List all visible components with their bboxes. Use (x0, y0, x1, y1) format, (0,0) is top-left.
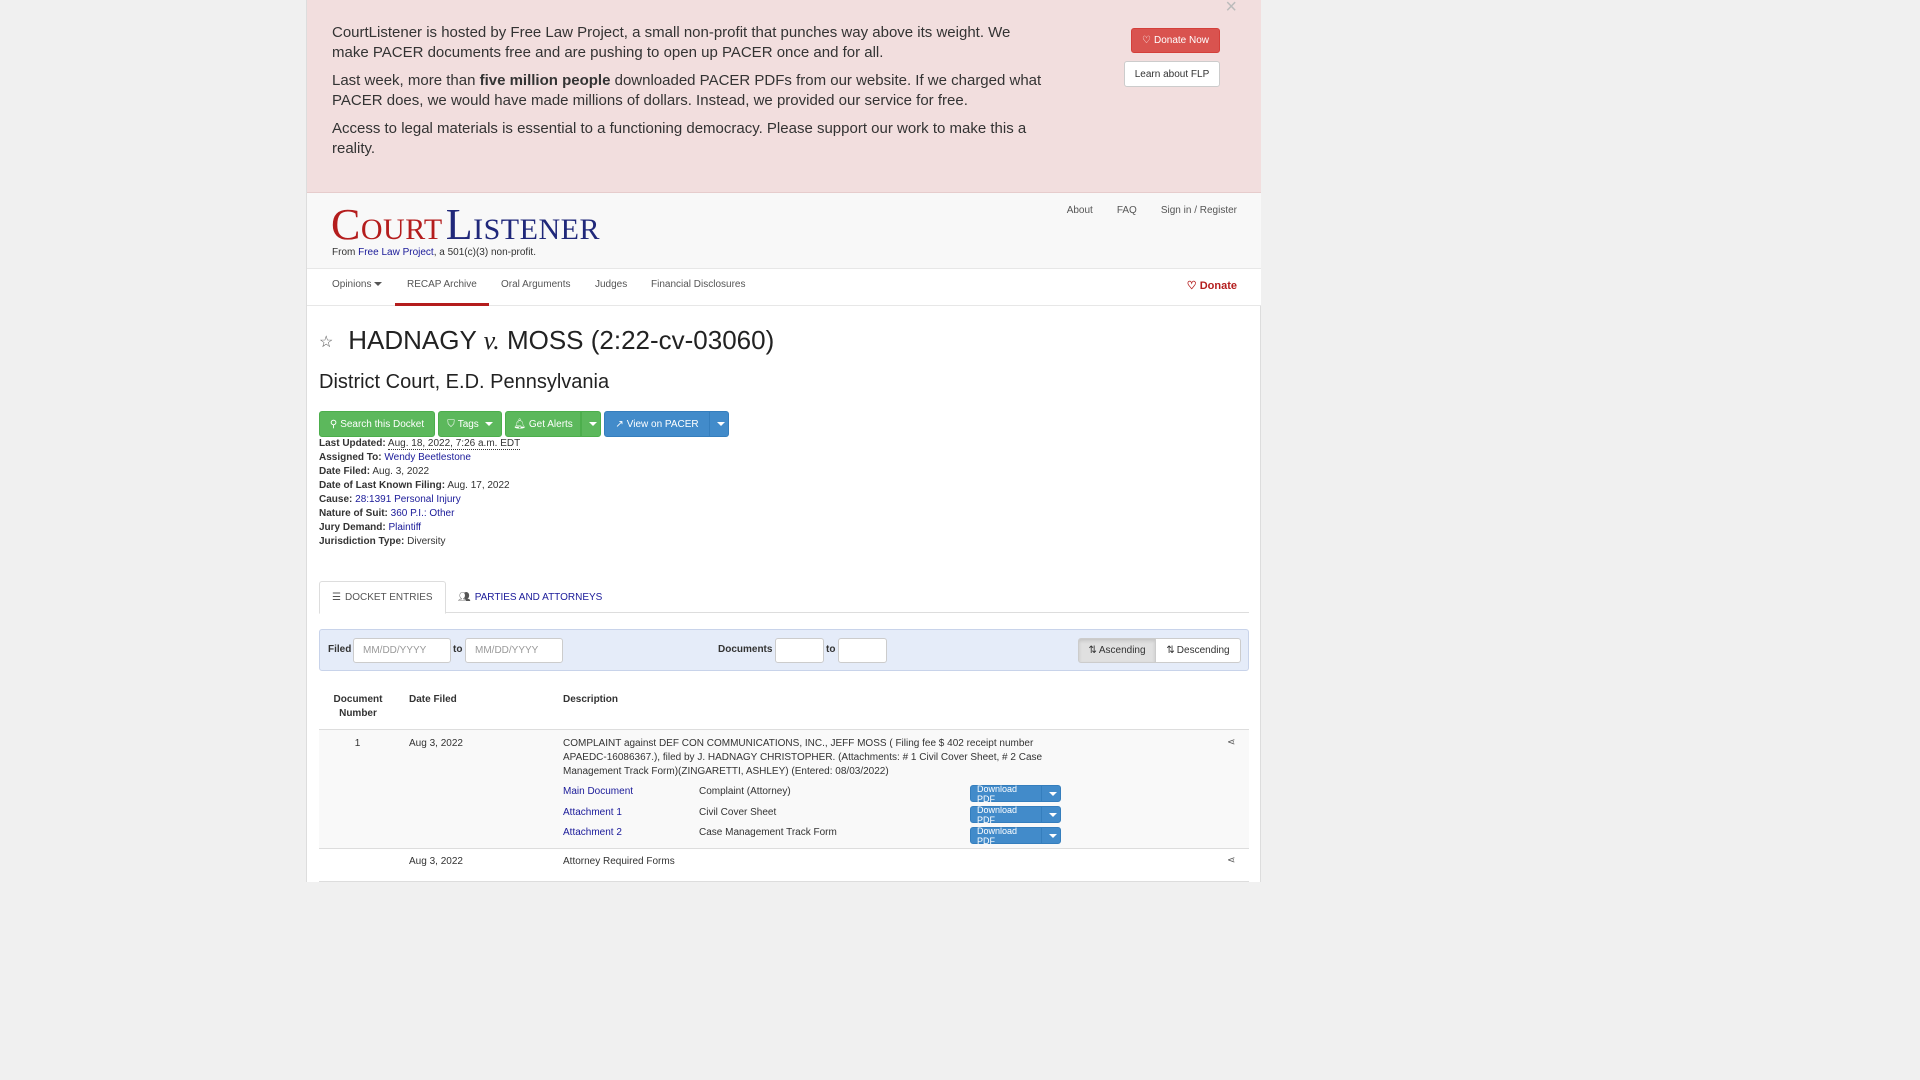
entry-date: Aug 3, 2022 (409, 856, 463, 867)
attachment-1-link[interactable]: Attachment 1 (563, 806, 622, 820)
tags-button[interactable]: ⛉ Tags (438, 411, 502, 437)
nav-donate-link[interactable]: ♡ Donate (1187, 279, 1237, 292)
top-nav: About FAQ Sign in / Register (1067, 205, 1237, 216)
tab-docket-entries[interactable]: ☰ DOCKET ENTRIES (319, 581, 446, 614)
donate-now-label: Donate Now (1153, 35, 1209, 46)
caret-down-icon (484, 422, 493, 426)
attachment-description: Case Management Track Form (699, 827, 837, 838)
docket-filter-bar: Filed to Documents to ⇅Ascending ⇅Descen… (319, 629, 1249, 671)
list-icon: ☰ (332, 592, 341, 603)
caret-down-icon (588, 422, 597, 426)
about-link[interactable]: About (1067, 205, 1093, 216)
caret-down-icon (716, 422, 725, 426)
heart-icon: ♡ (1186, 280, 1197, 292)
attachment-description: Complaint (Attorney) (699, 786, 791, 797)
banner-highlight: five million people (479, 72, 611, 89)
caret-down-icon (1048, 812, 1057, 817)
sort-ascending-button[interactable]: ⇅ Ascending (1078, 638, 1156, 663)
heart-icon: ♡ (1142, 35, 1151, 46)
attachment-description: Civil Cover Sheet (699, 807, 777, 818)
faq-link[interactable]: FAQ (1117, 205, 1137, 216)
view-on-pacer-button[interactable]: ↗ View on PACER (604, 411, 710, 437)
page: CourtListener is hosted by Free Law Proj… (306, 0, 1261, 882)
meta-cause: Cause: 28:1391 Personal Injury (319, 494, 461, 505)
courtlistener-logo[interactable]: COURT LISTENER (331, 199, 600, 250)
alerts-dropdown-toggle[interactable] (581, 411, 601, 437)
cause-link[interactable]: 28:1391 Personal Injury (355, 494, 461, 505)
meta-jurisdiction: Jurisdiction Type: Diversity (319, 536, 446, 547)
donation-banner: CourtListener is hosted by Free Law Proj… (307, 0, 1261, 193)
filed-label: Filed (328, 644, 352, 655)
header-description: Description (563, 694, 619, 705)
nav-judges[interactable]: Judges (595, 269, 627, 306)
search-icon: ⚲ (329, 418, 338, 430)
header-document-number: Document Number (333, 694, 383, 719)
caret-down-icon (1048, 833, 1057, 838)
download-pdf-button[interactable]: Download PDF (970, 784, 1061, 804)
banner-paragraph-3: Access to legal materials is essential t… (332, 120, 1027, 157)
meta-date-filed: Date Filed: Aug. 3, 2022 (319, 466, 430, 477)
from-flp-text: From Free Law Project, a 501(c)(3) non-p… (332, 247, 536, 258)
entry-description: COMPLAINT against DEF CON COMMUNICATIONS… (563, 738, 1043, 777)
sort-ascending-icon: ⇅ (1088, 645, 1097, 656)
docket-tabs: ☰ DOCKET ENTRIES 👥︎ PARTIES AND ATTORNEYS (319, 581, 1249, 614)
free-law-project-link[interactable]: Free Law Project (358, 247, 434, 258)
star-icon[interactable]: ☆ (319, 332, 341, 352)
meta-jury-demand: Jury Demand: Plaintiff (319, 522, 422, 533)
learn-about-flp-button[interactable]: Learn about FLP (1124, 61, 1220, 87)
documents-from-input[interactable] (775, 638, 824, 663)
docket-entry-row: Aug 3, 2022 Attorney Required Forms ⋖ (319, 849, 1249, 882)
attachment-2-link[interactable]: Attachment 2 (563, 826, 622, 840)
filed-to-input[interactable] (465, 638, 563, 663)
banner-paragraph-1: CourtListener is hosted by Free Law Proj… (332, 24, 1011, 61)
entry-date: Aug 3, 2022 (409, 738, 463, 749)
entry-number: 1 (354, 738, 361, 749)
nature-of-suit-link[interactable]: 360 P.I.: Other (391, 508, 455, 519)
docket-metadata: Last Updated: Aug. 18, 2022, 7:26 a.m. E… (319, 437, 521, 549)
tag-icon: ⛉ (447, 418, 455, 430)
meta-assigned-to: Assigned To: Wendy Beetlestone (319, 452, 471, 463)
sort-descending-icon: ⇅ (1166, 645, 1175, 656)
site-header: COURT LISTENER From Free Law Project, a … (307, 193, 1261, 269)
nav-recap-archive[interactable]: RECAP Archive (395, 269, 489, 306)
case-title: ☆ HADNAGY v. MOSS (2:22-cv-03060) (319, 325, 775, 355)
main-nav: Opinions RECAP Archive Oral Arguments Ju… (307, 269, 1261, 306)
get-alerts-button[interactable]: 🔔︎ Get Alerts (505, 411, 581, 437)
caret-down-icon (374, 282, 383, 287)
caret-down-icon (1048, 791, 1057, 796)
to-label: to (453, 644, 463, 655)
share-icon[interactable]: ⋖ (1227, 855, 1235, 866)
documents-to-input[interactable] (838, 638, 887, 663)
filed-from-input[interactable] (353, 638, 451, 663)
header-date-filed: Date Filed (409, 694, 457, 705)
sign-in-link[interactable]: Sign in / Register (1161, 205, 1237, 216)
share-icon[interactable]: ⋖ (1227, 737, 1235, 748)
court-name: District Court, E.D. Pennsylvania (319, 371, 610, 393)
nav-opinions[interactable]: Opinions (332, 269, 383, 306)
docket-entry-row: 1 Aug 3, 2022 COMPLAINT against DEF CON … (319, 730, 1249, 849)
close-icon[interactable]: × (1225, 0, 1237, 19)
nav-financial-disclosures[interactable]: Financial Disclosures (651, 269, 745, 306)
jury-demand-link[interactable]: Plaintiff (388, 522, 421, 533)
download-pdf-button[interactable]: Download PDF (970, 805, 1061, 825)
donate-now-button[interactable]: ♡ Donate Now (1131, 28, 1220, 53)
search-docket-button[interactable]: ⚲ Search this Docket (319, 411, 435, 437)
external-link-icon: ↗ (615, 418, 624, 430)
main-document-link[interactable]: Main Document (563, 785, 633, 799)
meta-last-updated: Last Updated: Aug. 18, 2022, 7:26 a.m. E… (319, 438, 521, 450)
tab-parties-and-attorneys[interactable]: 👥︎ PARTIES AND ATTORNEYS (446, 581, 614, 613)
judge-link[interactable]: Wendy Beetlestone (384, 452, 471, 463)
documents-to-label: to (826, 644, 836, 655)
meta-nature-of-suit: Nature of Suit: 360 P.I.: Other (319, 508, 455, 519)
users-icon: 👥︎ (458, 591, 471, 603)
pacer-dropdown-toggle[interactable] (709, 411, 729, 437)
documents-label: Documents (718, 644, 773, 655)
meta-last-filing: Date of Last Known Filing: Aug. 17, 2022 (319, 480, 510, 491)
nav-oral-arguments[interactable]: Oral Arguments (501, 269, 570, 306)
banner-paragraph-2: Last week, more than five million people… (332, 72, 1042, 109)
download-pdf-button[interactable]: Download PDF (970, 826, 1061, 846)
entry-description: Attorney Required Forms (563, 856, 675, 867)
sort-descending-button[interactable]: ⇅ Descending (1155, 638, 1241, 663)
bell-icon: 🔔︎ (513, 418, 526, 430)
